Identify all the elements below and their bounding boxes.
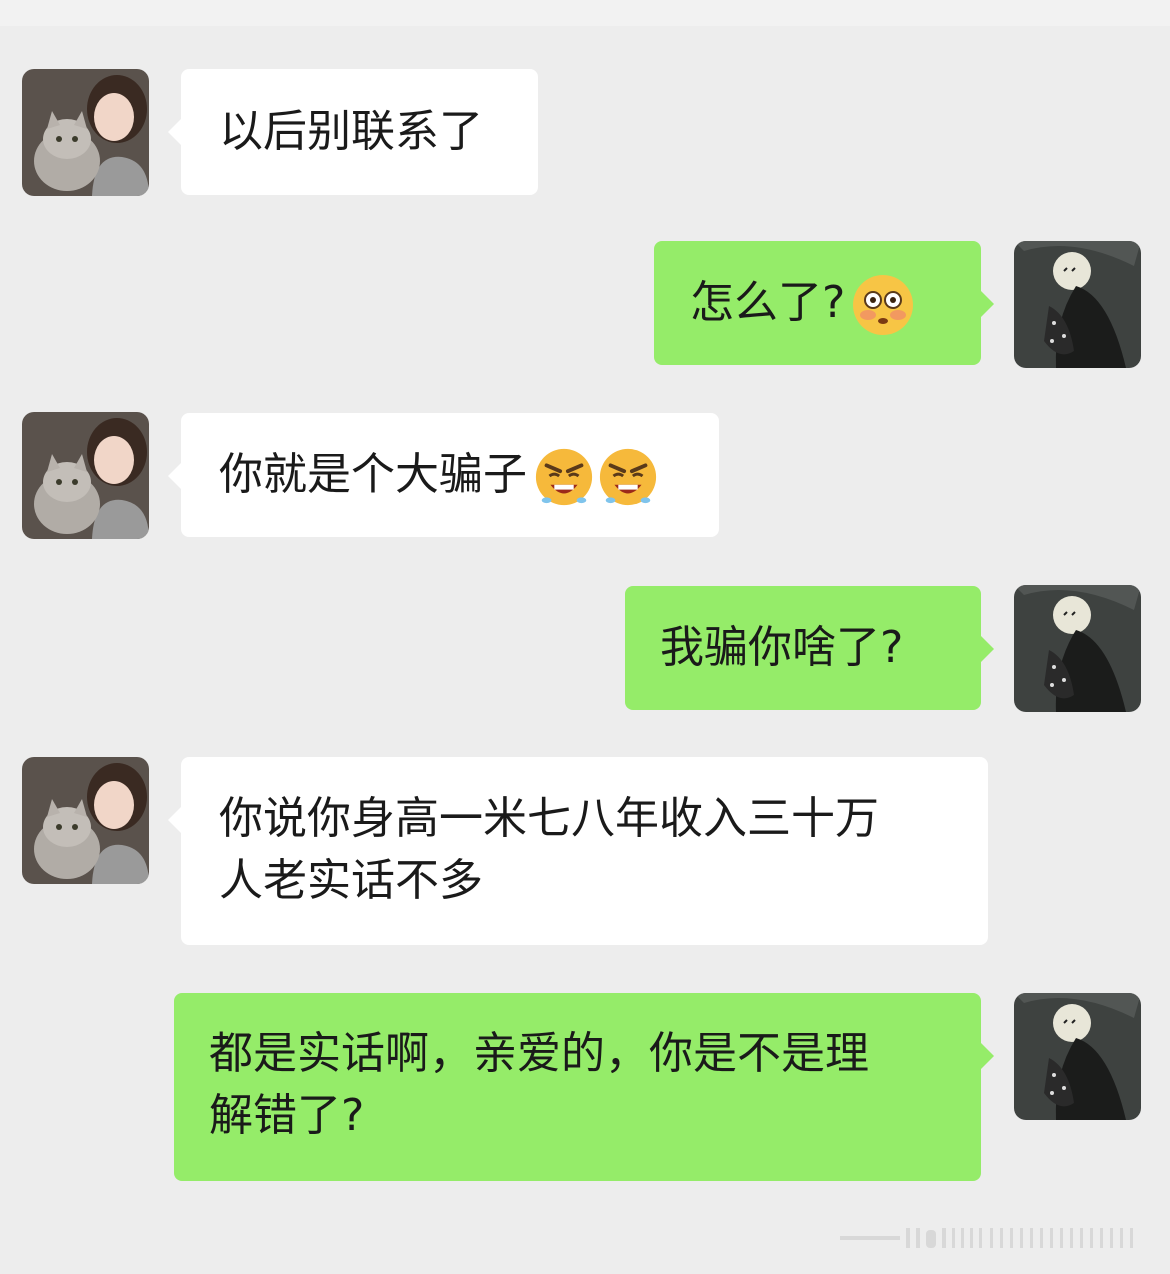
message-bubble[interactable]: 以后别联系了 xyxy=(168,69,538,195)
user-avatar[interactable] xyxy=(1014,993,1141,1120)
message-text-line: 人老实话不多 xyxy=(219,855,483,906)
message-text: 我骗你啥了? xyxy=(660,622,904,673)
message-text-line: 你说你身高一米七八年收入三十万 xyxy=(219,793,879,844)
message-bubble[interactable]: 怎么了? xyxy=(654,241,994,365)
message-bubble[interactable]: 我骗你啥了? xyxy=(625,586,994,710)
bubble-tail xyxy=(981,636,994,662)
bubble-tail xyxy=(981,291,994,317)
top-strip xyxy=(0,0,1170,26)
message-bubble[interactable]: 你说你身高一米七八年收入三十万 人老实话不多 xyxy=(168,757,988,945)
message-text-line: 解错了? xyxy=(209,1090,365,1141)
flushed-face-emoji xyxy=(851,273,915,337)
user-avatar[interactable] xyxy=(1014,585,1141,712)
message-text: 以后别联系了 xyxy=(219,106,483,157)
message-bubble[interactable]: 都是实话啊，亲爱的，你是不是理 解错了? xyxy=(174,993,994,1181)
bubble-tail xyxy=(168,463,181,489)
message-text: 怎么了? xyxy=(690,277,846,328)
bubble-tail xyxy=(168,119,181,145)
message-bubble[interactable]: 你就是个大骗子 xyxy=(168,413,719,537)
bubble-tail xyxy=(981,1043,994,1069)
contact-avatar[interactable] xyxy=(22,757,149,884)
angry-face-emoji xyxy=(533,446,595,508)
angry-face-emoji xyxy=(597,446,659,508)
message-text: 你就是个大骗子 xyxy=(219,449,527,500)
contact-avatar[interactable] xyxy=(22,69,149,196)
bubble-tail xyxy=(168,807,181,833)
message-text-line: 都是实话啊，亲爱的，你是不是理 xyxy=(209,1028,869,1079)
contact-avatar[interactable] xyxy=(22,412,149,539)
watermark-bars xyxy=(840,1224,1140,1252)
user-avatar[interactable] xyxy=(1014,241,1141,368)
